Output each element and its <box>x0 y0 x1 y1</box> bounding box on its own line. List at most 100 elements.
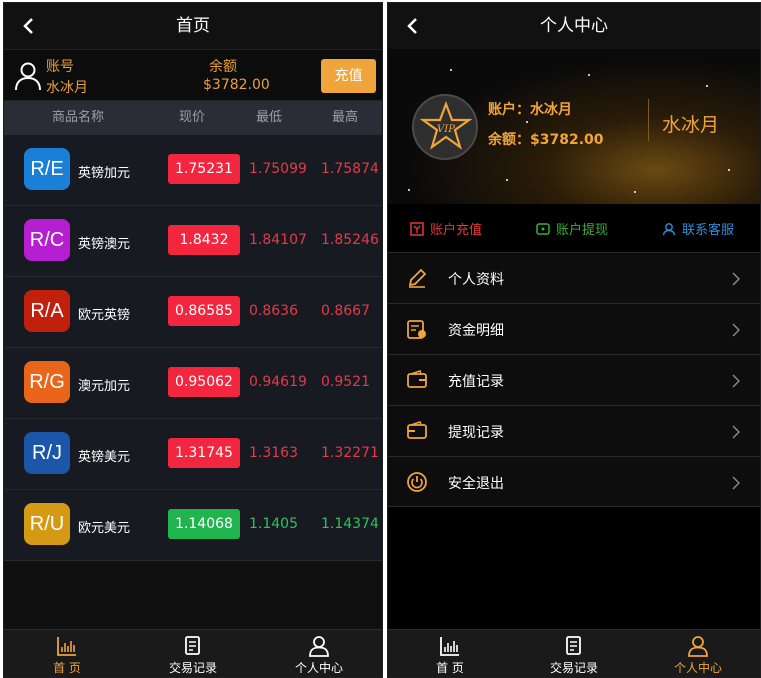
chevron-left-icon <box>23 18 33 34</box>
low-price: 1.84107 <box>249 232 307 248</box>
menu-label: 提现记录 <box>448 425 504 441</box>
quote-row[interactable]: R/C 英镑澳元 1.8432 1.84107 1.85246 <box>4 206 382 277</box>
product-name: 英镑美元 <box>78 450 131 465</box>
menu-item-withdraw-records[interactable]: 提现记录 <box>388 405 760 456</box>
low-price: 0.8636 <box>249 303 298 319</box>
current-price: 0.86585 <box>168 296 240 326</box>
high-price: 1.32271 <box>321 445 379 461</box>
column-header-name: 商品名称 <box>52 110 105 125</box>
chevron-right-icon <box>732 323 740 337</box>
menu-item-funds[interactable]: 资金明细 <box>388 303 760 354</box>
current-price: 1.8432 <box>168 225 240 255</box>
power-icon <box>407 472 427 492</box>
tab-trade-records[interactable]: 交易记录 <box>130 630 256 677</box>
profile-menu: 个人资料 资金明细 充值记录 提现记录 安全退出 <box>388 252 760 507</box>
top-bar: 个人中心 <box>388 3 760 49</box>
column-header-price: 现价 <box>179 110 206 125</box>
back-button[interactable] <box>16 3 40 49</box>
low-price: 1.3163 <box>249 445 298 461</box>
username: 水冰月 <box>662 114 720 136</box>
tab-profile[interactable]: 个人中心 <box>256 630 382 677</box>
product-name: 欧元美元 <box>78 521 131 536</box>
chevron-right-icon <box>732 272 740 286</box>
symbol-badge: R/A <box>24 290 70 332</box>
pencil-icon <box>408 268 427 288</box>
menu-label: 资金明细 <box>448 323 504 339</box>
account-label: 账号 <box>46 59 74 75</box>
product-name: 英镑澳元 <box>78 237 131 252</box>
account-name: 水冰月 <box>46 80 88 96</box>
chevron-right-icon <box>732 425 740 439</box>
current-price: 0.95062 <box>168 367 240 397</box>
low-price: 1.75099 <box>249 161 307 177</box>
quote-row[interactable]: R/G 澳元加元 0.95062 0.94619 0.9521 <box>4 348 382 419</box>
recharge-action[interactable]: 账户充值 <box>410 219 482 238</box>
menu-item-profile[interactable]: 个人资料 <box>388 252 760 303</box>
balance-label: 余额 <box>209 59 237 75</box>
quote-row[interactable]: R/J 英镑美元 1.31745 1.3163 1.32271 <box>4 419 382 490</box>
menu-item-logout[interactable]: 安全退出 <box>388 456 760 507</box>
column-header-high: 最高 <box>332 110 359 125</box>
tab-profile[interactable]: 个人中心 <box>636 630 760 677</box>
tab-label: 首 页 <box>436 661 464 675</box>
product-name: 澳元加元 <box>78 379 131 394</box>
chart-icon <box>57 637 76 656</box>
product-name: 英镑加元 <box>78 166 131 181</box>
tab-label: 个人中心 <box>294 661 343 675</box>
document-icon <box>185 636 200 655</box>
symbol-badge: R/U <box>24 503 70 545</box>
symbol-badge: R/E <box>24 148 70 190</box>
column-header-low: 最低 <box>256 110 283 125</box>
page-title: 个人中心 <box>540 16 608 36</box>
low-price: 0.94619 <box>249 374 307 390</box>
tab-label: 交易记录 <box>168 661 217 675</box>
high-price: 0.8667 <box>321 303 370 319</box>
balance-value: $3782.00 <box>203 77 270 93</box>
menu-label: 充值记录 <box>448 374 504 390</box>
document-icon <box>566 636 581 655</box>
tab-label: 首 页 <box>53 661 81 675</box>
tab-home[interactable]: 首 页 <box>4 630 130 677</box>
profile-banner: VIP 账户：水冰月 余额：$3782.00 水冰月 <box>388 49 760 204</box>
chart-icon <box>440 637 459 656</box>
high-price: 1.14374 <box>321 516 379 532</box>
quote-list: R/E 英镑加元 1.75231 1.75099 1.75874 R/C 英镑澳… <box>4 135 382 561</box>
wallet-out-icon <box>407 421 427 439</box>
quote-row[interactable]: R/A 欧元英镑 0.86585 0.8636 0.8667 <box>4 277 382 348</box>
product-name: 欧元英镑 <box>78 308 131 323</box>
low-price: 1.1405 <box>249 516 298 532</box>
current-price: 1.31745 <box>168 438 240 468</box>
high-price: 1.75874 <box>321 161 379 177</box>
page-title: 首页 <box>176 16 210 36</box>
account-bar: 账号 水冰月 余额 $3782.00 充值 <box>4 49 382 101</box>
action-label: 账户提现 <box>556 223 609 238</box>
tab-label: 个人中心 <box>673 661 722 675</box>
quote-row[interactable]: R/E 英镑加元 1.75231 1.75099 1.75874 <box>4 135 382 206</box>
account-line: 账户：水冰月 <box>488 102 572 118</box>
funds-icon <box>407 320 426 339</box>
symbol-badge: R/G <box>24 361 70 403</box>
high-price: 0.9521 <box>321 374 370 390</box>
wallet-in-icon <box>407 370 427 388</box>
withdraw-action[interactable]: 账户提现 <box>536 219 608 238</box>
vip-text: VIP <box>437 124 455 135</box>
tab-trade-records[interactable]: 交易记录 <box>512 630 636 677</box>
profile-screen: 个人中心 VIP 账户：水冰月 余额：$3782.00 水冰月 账户充值 账户提… <box>387 2 761 678</box>
balance-line: 余额：$3782.00 <box>488 132 604 148</box>
vip-star-icon: VIP <box>420 101 472 150</box>
tab-home[interactable]: 首 页 <box>388 630 512 677</box>
support-action[interactable]: 联系客服 <box>662 219 734 238</box>
withdraw-icon <box>536 222 550 235</box>
menu-item-recharge-records[interactable]: 充值记录 <box>388 354 760 405</box>
action-label: 账户充值 <box>430 223 483 238</box>
current-price: 1.14068 <box>168 509 240 539</box>
current-price: 1.75231 <box>168 154 240 184</box>
chevron-left-icon <box>407 18 417 34</box>
recharge-icon <box>410 221 424 236</box>
bottom-tab-bar: 首 页 交易记录 个人中心 <box>388 629 760 677</box>
support-icon <box>662 222 676 235</box>
quick-actions: 账户充值 账户提现 联系客服 <box>388 204 760 252</box>
recharge-button[interactable]: 充值 <box>321 59 376 93</box>
back-button[interactable] <box>400 3 424 49</box>
quote-row[interactable]: R/U 欧元美元 1.14068 1.1405 1.14374 <box>4 490 382 561</box>
